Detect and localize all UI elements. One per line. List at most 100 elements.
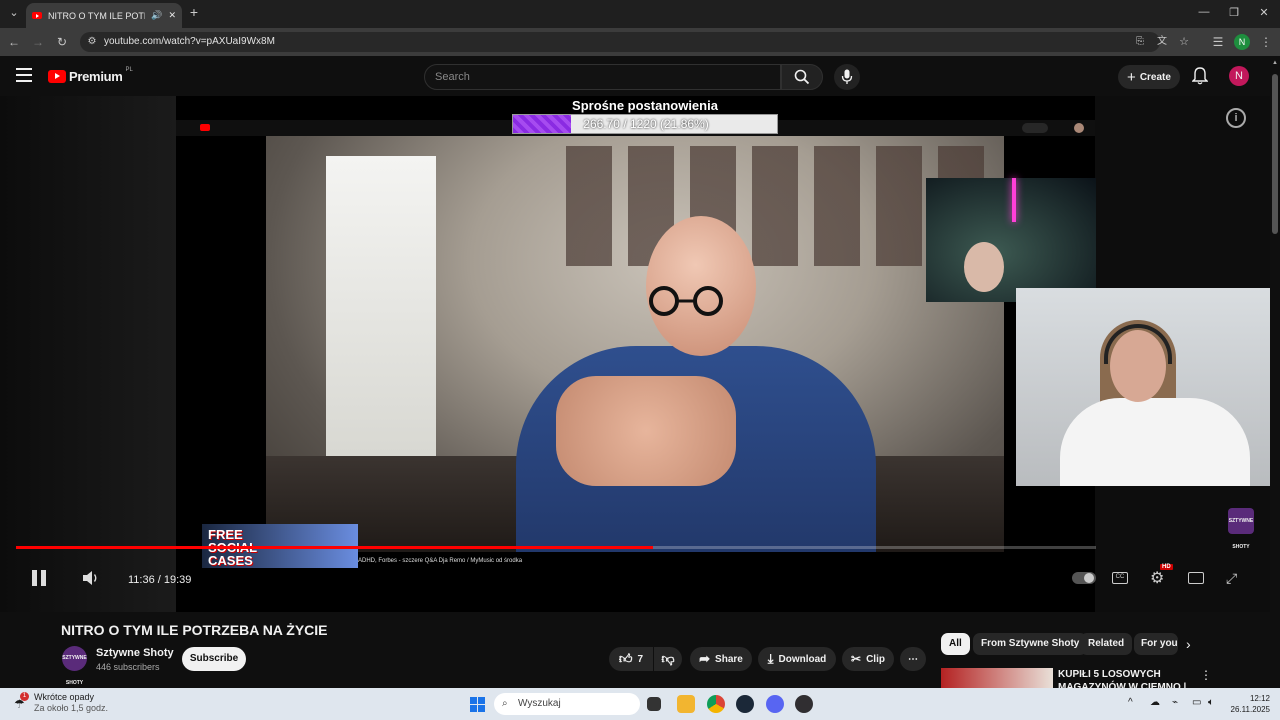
browser-menu-icon[interactable]: ⋮ (1258, 34, 1274, 50)
taskbar-search-placeholder: Wyszukaj (518, 698, 561, 709)
info-icon[interactable]: i (1226, 108, 1246, 128)
player-progress-bar[interactable] (16, 546, 1096, 549)
miniplayer-icon[interactable] (1188, 572, 1204, 584)
account-avatar[interactable]: N (1229, 66, 1249, 86)
new-tab-icon[interactable]: + (184, 4, 204, 20)
address-bar[interactable]: ⚙ youtube.com/watch?v=pAXUaI9Wx8M ⎘ 文 ☆ (80, 32, 1189, 52)
channel-avatar[interactable]: SZTYWNE SHOTY (62, 646, 87, 686)
reading-list-icon[interactable]: ☰ (1210, 34, 1226, 50)
tray-volume-icon[interactable]: 🔈︎ (1208, 697, 1214, 708)
discord-icon[interactable] (766, 695, 784, 713)
logo-region: PL (125, 66, 133, 73)
wall-records (566, 146, 986, 266)
profile-avatar[interactable]: N (1234, 34, 1250, 50)
guide-menu-icon[interactable] (16, 68, 32, 82)
download-label: Download (778, 653, 827, 665)
recommended-menu-icon[interactable]: ⋮ (1200, 668, 1212, 682)
clip-button[interactable]: ✂ Clip (842, 647, 894, 671)
url-text: youtube.com/watch?v=pAXUaI9Wx8M (104, 36, 275, 47)
tab-audio-icon[interactable]: 🔊 (151, 10, 162, 21)
chrome-icon[interactable] (707, 695, 725, 713)
reload-icon[interactable]: ↻ (54, 34, 70, 50)
chip-from-channel[interactable]: From Sztywne Shoty (973, 633, 1088, 655)
donation-goal-title: Sprośne postanowienia (572, 98, 718, 113)
cast-icon[interactable]: ⎘ (1132, 34, 1148, 50)
scroll-up-icon[interactable]: ▲ (1272, 60, 1278, 66)
site-info-icon[interactable]: ⚙ (84, 34, 100, 50)
subscribe-button[interactable]: Subscribe (182, 647, 246, 671)
window-light-area (326, 156, 436, 456)
search-button[interactable] (781, 64, 823, 90)
forward-icon[interactable]: → (30, 34, 46, 50)
video-player[interactable]: FREE SOCIAL CASES ADHD, Forbes - szczere… (0, 96, 1270, 612)
thumbs-down-icon: 👎︎ (661, 651, 675, 666)
more-actions-button[interactable]: ⋯ (900, 647, 926, 671)
youtube-play-logo-icon (48, 70, 66, 83)
subtitles-icon[interactable]: CC (1112, 572, 1128, 584)
clock-date: 26.11.2025 (1230, 705, 1270, 714)
channel-watermark[interactable]: SZTYWNE SHOTY (1228, 508, 1254, 550)
chip-for-you[interactable]: For you (1134, 633, 1178, 655)
windows-taskbar: ☂ 1 Wkrótce opady Za około 1,5 godz. ⌕ W… (0, 688, 1280, 720)
maximize-icon[interactable]: ❐ (1224, 6, 1244, 19)
dislike-button[interactable]: 👎︎ (654, 647, 682, 671)
chip-all[interactable]: All (941, 633, 970, 655)
autoplay-toggle[interactable] (1072, 572, 1096, 584)
microphone-icon (841, 69, 853, 84)
clock-time: 12:12 (1249, 694, 1270, 703)
youtube-logo[interactable]: Premium PL (48, 66, 133, 84)
tab-title: NITRO O TYM ILE POTRZEB (48, 10, 145, 21)
steam-icon[interactable] (736, 695, 754, 713)
task-view-icon[interactable] (647, 697, 661, 711)
glasses-shape (649, 286, 723, 316)
time-display: 11:36 / 19:39 (128, 574, 192, 586)
download-button[interactable]: ⤓ Download (758, 647, 836, 671)
tray-cloud-icon[interactable]: ☁ (1150, 697, 1160, 708)
page-scrollbar[interactable]: ▲ (1270, 56, 1280, 688)
browser-tab[interactable]: NITRO O TYM ILE POTRZEB 🔊 ✕ (26, 3, 182, 28)
plus-icon: + (1127, 68, 1136, 86)
translate-icon[interactable]: 文 (1154, 34, 1170, 50)
obs-icon[interactable] (795, 695, 813, 713)
voice-search-button[interactable] (834, 64, 860, 90)
fullscreen-icon[interactable]: ⤢ (1226, 570, 1237, 587)
chips-next-icon[interactable]: › (1186, 636, 1191, 652)
back-icon[interactable]: ← (6, 34, 22, 50)
create-button[interactable]: + Create (1118, 65, 1180, 89)
taskbar-clock[interactable]: 12:12 26.11.2025 (1226, 693, 1270, 715)
webcam-overlay-small (926, 178, 1096, 302)
channel-name[interactable]: Sztywne Shoty (96, 647, 174, 659)
player-controls: 11:36 / 19:39 CC ⚙ HD ⤢ (0, 562, 1270, 598)
tray-chevron-icon[interactable]: ^ (1128, 697, 1133, 708)
tab-close-icon[interactable]: ✕ (168, 10, 176, 21)
tab-search-icon[interactable]: ⌄ (4, 6, 24, 19)
file-explorer-icon[interactable] (677, 695, 695, 713)
tray-network-icon[interactable]: ⌁ (1172, 697, 1178, 708)
settings-gear-icon[interactable]: ⚙ (1150, 568, 1164, 588)
scrollbar-thumb[interactable] (1272, 74, 1278, 234)
weather-line1: Wkrótce opady (34, 692, 95, 702)
share-button[interactable]: ➦ Share (690, 647, 752, 671)
weather-widget[interactable]: Wkrótce opady Za około 1,5 godz. (34, 692, 108, 714)
like-button[interactable]: 👍︎ 7 (609, 647, 653, 671)
pause-icon (32, 570, 48, 586)
search-input[interactable]: Search (424, 64, 781, 90)
taskbar-search[interactable]: ⌕ Wyszukaj (494, 693, 640, 715)
clip-label: Clip (866, 653, 885, 665)
start-windows-icon[interactable] (470, 697, 485, 712)
donation-goal-text: 266.70 / 1220 (21.86%) (583, 117, 709, 131)
donation-goal-bar: 266.70 / 1220 (21.86%) (512, 114, 778, 134)
tray-display-icon[interactable]: ▭ (1192, 697, 1201, 708)
minimize-icon[interactable]: — (1194, 6, 1214, 18)
recommended-thumbnail[interactable] (941, 668, 1053, 690)
bookmark-star-icon[interactable]: ☆ (1176, 34, 1192, 50)
like-count: 7 (637, 653, 644, 665)
share-arrow-icon: ➦ (699, 651, 711, 666)
share-label: Share (715, 653, 743, 665)
pause-button[interactable] (32, 570, 48, 588)
notifications-bell-icon[interactable] (1191, 67, 1209, 90)
streamer-shirt (1060, 398, 1250, 486)
close-window-icon[interactable]: ✕ (1254, 6, 1274, 19)
volume-button[interactable] (82, 570, 100, 591)
chip-related[interactable]: Related (1080, 633, 1133, 655)
